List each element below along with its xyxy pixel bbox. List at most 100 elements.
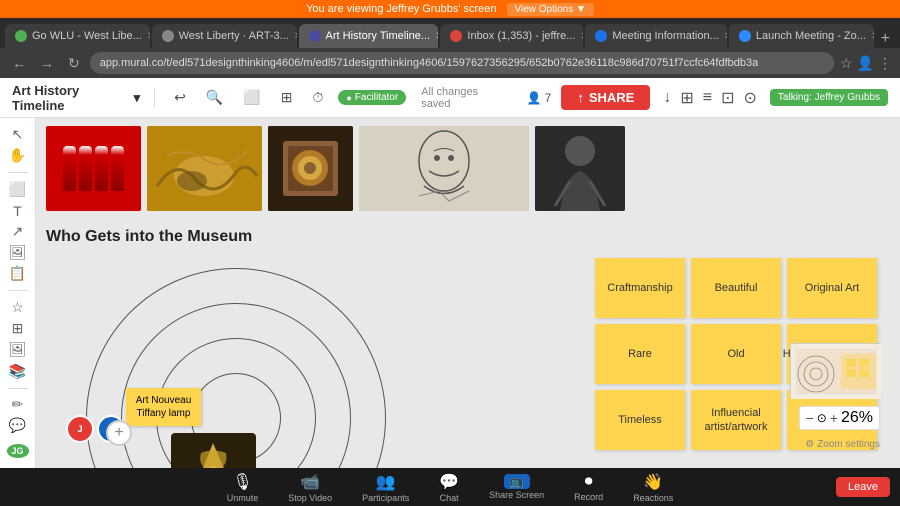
view-options-button[interactable]: View Options ▼ xyxy=(507,3,594,16)
outline-button[interactable]: ⊡ xyxy=(718,85,737,111)
chat-control[interactable]: 💬 Chat xyxy=(439,472,459,503)
left-sidebar: ↖ ✋ ⬜ T ↗ 🖼 📋 ☆ ⊞ 🖼 📚 ✏ 💬 JG xyxy=(0,118,36,468)
zoom-settings[interactable]: ⚙ Zoom settings xyxy=(805,439,880,450)
tab-close-icon[interactable]: ✕ xyxy=(871,31,874,42)
video-bar: 🎙 Unmute 📹 Stop Video 👥 Participants 💬 C… xyxy=(0,468,900,506)
url-text: app.mural.co/t/edl571designthinking4606/… xyxy=(100,57,759,69)
grid-view-button[interactable]: ⊞ xyxy=(677,85,696,111)
toolbar-separator xyxy=(154,88,155,108)
sidebar-book-button[interactable]: 📚 xyxy=(4,362,32,379)
reactions-label: Reactions xyxy=(633,493,673,503)
tab-inbox[interactable]: Inbox (1,353) - jeffre... ✕ xyxy=(440,24,583,48)
sketch-image xyxy=(359,126,529,211)
zoom-out-button[interactable]: − xyxy=(806,410,814,426)
dropdown-arrow-icon[interactable]: ▾ xyxy=(134,90,141,106)
museum-section: Who Gets into the Museum Art Nouveau Tif… xyxy=(46,228,885,458)
sidebar-hand-button[interactable]: ✋ xyxy=(4,147,32,164)
sticky-timeless[interactable]: Timeless xyxy=(595,390,685,450)
sticky-rare[interactable]: Rare xyxy=(595,324,685,384)
record-control[interactable]: ⏺ Record xyxy=(574,473,603,502)
tab-label: Inbox (1,353) - jeffre... xyxy=(467,30,575,42)
view-button[interactable]: ⊞ xyxy=(276,86,298,109)
tab-go-wlu[interactable]: Go WLU - West Libe... ✕ xyxy=(5,24,150,48)
chat-label: Chat xyxy=(440,493,459,503)
address-bar: ← → ↻ app.mural.co/t/edl571designthinkin… xyxy=(0,48,900,78)
zoom-controls: − ⊙ + 26% xyxy=(799,406,880,430)
share-label: SHARE xyxy=(589,90,635,105)
url-bar[interactable]: app.mural.co/t/edl571designthinking4606/… xyxy=(90,52,834,74)
sidebar-cursor-button[interactable]: ↖ xyxy=(4,126,32,143)
tab-favicon xyxy=(15,30,27,42)
unmute-label: Unmute xyxy=(227,493,259,503)
leave-button[interactable]: Leave xyxy=(836,477,890,497)
back-button[interactable]: ← xyxy=(8,53,30,73)
bookmark-button[interactable]: ☆ xyxy=(840,55,853,72)
tab-close-icon[interactable]: ✕ xyxy=(435,31,438,42)
add-participant-button[interactable]: + xyxy=(106,420,132,446)
tab-launch-meeting[interactable]: Launch Meeting - Zo... ✕ xyxy=(729,24,874,48)
sidebar-separator xyxy=(8,172,28,173)
timer-button[interactable]: ⏱ xyxy=(307,86,328,109)
sidebar-text-button[interactable]: T xyxy=(4,202,32,219)
share-screen-control[interactable]: 📺 Share Screen xyxy=(489,474,544,500)
microphone-icon: 🎙 xyxy=(232,472,252,492)
tab-close-icon[interactable]: ✕ xyxy=(294,31,297,42)
forward-button[interactable]: → xyxy=(36,53,58,73)
reload-button[interactable]: ↻ xyxy=(64,53,84,74)
tab-favicon xyxy=(450,30,462,42)
stop-video-control[interactable]: 📹 Stop Video xyxy=(288,472,332,503)
share-screen-icon: 📺 xyxy=(504,474,530,489)
participants-label: Participants xyxy=(362,493,409,503)
tab-label: West Liberty · ART-3... xyxy=(179,30,289,42)
camera-icon: 📹 xyxy=(300,472,320,492)
tab-favicon xyxy=(739,30,751,42)
sticky-craftmanship[interactable]: Craftmanship xyxy=(595,258,685,318)
new-tab-button[interactable]: + xyxy=(876,30,895,48)
sidebar-shape-button[interactable]: ↗ xyxy=(4,223,32,240)
search-button[interactable]: 🔍 xyxy=(201,86,228,109)
share-screen-label: Share Screen xyxy=(489,490,544,500)
profile-button[interactable]: 👤 xyxy=(857,55,874,72)
tab-close-icon[interactable]: ✕ xyxy=(724,31,727,42)
menu-button[interactable]: ⋮ xyxy=(878,55,892,72)
frame-button[interactable]: ⬜ xyxy=(238,86,265,109)
canvas-area[interactable]: Who Gets into the Museum Art Nouveau Tif… xyxy=(36,118,900,468)
sticky-beautiful[interactable]: Beautiful xyxy=(691,258,781,318)
tab-close-icon[interactable]: ✕ xyxy=(147,31,150,42)
participants-control[interactable]: 👥 Participants xyxy=(362,472,409,503)
app-title: Art History Timeline xyxy=(12,83,130,113)
sidebar-separator-3 xyxy=(8,388,28,389)
download-button[interactable]: ↓ xyxy=(660,85,674,111)
reactions-control[interactable]: 👋 Reactions xyxy=(633,472,673,503)
tab-close-icon[interactable]: ✕ xyxy=(580,31,583,42)
app-container: Art History Timeline ▾ ↩ 🔍 ⬜ ⊞ ⏱ ● Facil… xyxy=(0,78,900,468)
unmute-control[interactable]: 🎙 Unmute xyxy=(227,472,259,503)
sidebar-comment-button[interactable]: 💬 xyxy=(4,417,32,434)
sticky-influential[interactable]: Influencial artist/artwork xyxy=(691,390,781,450)
sidebar-star-button[interactable]: ☆ xyxy=(4,299,32,316)
tab-meeting-info[interactable]: Meeting Information... ✕ xyxy=(585,24,727,48)
share-button[interactable]: ↑ SHARE xyxy=(561,85,650,110)
sidebar-apps-button[interactable]: ⊞ xyxy=(4,320,32,337)
tab-art-history[interactable]: Art History Timeline... ✕ xyxy=(299,24,439,48)
sidebar-image-button[interactable]: 🖼 xyxy=(4,244,32,261)
tab-west-liberty[interactable]: West Liberty · ART-3... ✕ xyxy=(152,24,297,48)
sidebar-gallery-button[interactable]: 🖼 xyxy=(4,341,32,358)
person-image xyxy=(535,126,625,211)
zoom-settings-label: Zoom settings xyxy=(817,439,880,450)
circle-sticky-text: Art Nouveau Tiffany lamp xyxy=(136,395,192,419)
list-view-button[interactable]: ≡ xyxy=(700,85,715,111)
undo-button[interactable]: ↩ xyxy=(169,86,191,109)
sidebar-sticky-button[interactable]: ⬜ xyxy=(4,181,32,198)
reactions-icon: 👋 xyxy=(643,472,663,492)
more-button[interactable]: ⊙ xyxy=(741,85,760,111)
sidebar-template-button[interactable]: 📋 xyxy=(4,265,32,282)
circle-sticky-note[interactable]: Art Nouveau Tiffany lamp xyxy=(126,388,201,426)
tab-label: Art History Timeline... xyxy=(326,30,431,42)
sticky-old[interactable]: Old xyxy=(691,324,781,384)
sticky-original-art[interactable]: Original Art xyxy=(787,258,877,318)
coca-cola-image xyxy=(46,126,141,211)
sidebar-draw-button[interactable]: ✏ xyxy=(4,396,32,413)
participants-icon: 👥 xyxy=(376,472,396,492)
zoom-in-button[interactable]: + xyxy=(830,410,838,426)
